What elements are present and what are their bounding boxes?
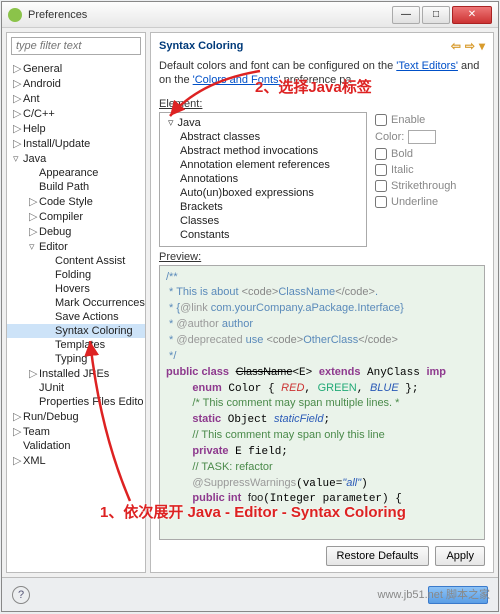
tree-item[interactable]: ▷Ant [7, 91, 145, 106]
tree-item[interactable]: ▷Android [7, 76, 145, 91]
strike-checkbox[interactable] [375, 180, 387, 192]
page-heading: Syntax Coloring ⇦ ⇨ ▾ [159, 39, 485, 53]
tree-item[interactable]: ▷Compiler [7, 209, 145, 224]
tree-item[interactable]: Folding [7, 268, 145, 282]
tree-item[interactable]: ▷Code Style [7, 194, 145, 209]
maximize-button[interactable]: □ [422, 6, 450, 24]
element-item[interactable]: Classes [162, 214, 364, 228]
tree-item[interactable]: ▷Run/Debug [7, 409, 145, 424]
element-item[interactable]: ▿Java [162, 115, 364, 130]
tree-item[interactable]: ▷General [7, 61, 145, 76]
tree-item[interactable]: ▷Debug [7, 224, 145, 239]
help-icon[interactable]: ? [12, 586, 30, 604]
element-list[interactable]: ▿JavaAbstract classesAbstract method inv… [159, 112, 367, 247]
watermark: www.jb51.net 脚本之家 [378, 586, 490, 602]
heading-text: Syntax Coloring [159, 40, 243, 52]
tree-item[interactable]: Save Actions [7, 310, 145, 324]
preview-label: Preview: [159, 251, 485, 263]
tree-item[interactable]: Content Assist [7, 254, 145, 268]
main-panel: Syntax Coloring ⇦ ⇨ ▾ Default colors and… [150, 32, 494, 573]
tree-item[interactable]: Properties Files Edito [7, 395, 145, 409]
tree-item[interactable]: Typing [7, 352, 145, 366]
element-item[interactable]: Brackets [162, 200, 364, 214]
element-label: Element: [159, 98, 485, 110]
restore-defaults-button[interactable]: Restore Defaults [326, 546, 430, 566]
bold-checkbox[interactable] [375, 148, 387, 160]
content-area: ▷General▷Android▷Ant▷C/C++▷Help▷Install/… [2, 28, 498, 577]
tree-item[interactable]: Syntax Coloring [7, 324, 145, 338]
app-icon [8, 8, 22, 22]
apply-button[interactable]: Apply [435, 546, 485, 566]
element-item[interactable]: Annotation element references [162, 158, 364, 172]
tree-item[interactable]: ▷Team [7, 424, 145, 439]
element-item[interactable]: Auto(un)boxed expressions [162, 186, 364, 200]
element-item[interactable]: Abstract classes [162, 130, 364, 144]
forward-arrow-icon[interactable]: ⇨ [465, 39, 475, 53]
tree-item[interactable]: Build Path [7, 180, 145, 194]
element-item[interactable]: Abstract method invocations [162, 144, 364, 158]
style-options: Enable Color: Bold Italic Strikethrough … [375, 112, 485, 247]
filter-input[interactable] [11, 37, 141, 55]
tree-item[interactable]: JUnit [7, 381, 145, 395]
minimize-button[interactable]: — [392, 6, 420, 24]
tree-item[interactable]: Templates [7, 338, 145, 352]
preferences-window: Preferences — □ ✕ ▷General▷Android▷Ant▷C… [1, 1, 499, 612]
tree-item[interactable]: Appearance [7, 166, 145, 180]
preview-box: /** * This is about <code>ClassName</cod… [159, 265, 485, 540]
tree-item[interactable]: Validation [7, 439, 145, 453]
color-swatch[interactable] [408, 130, 436, 144]
element-item[interactable]: Constants [162, 228, 364, 242]
titlebar[interactable]: Preferences — □ ✕ [2, 2, 498, 28]
sidebar: ▷General▷Android▷Ant▷C/C++▷Help▷Install/… [6, 32, 146, 573]
tree-item[interactable]: ▷Help [7, 121, 145, 136]
description-text: Default colors and font can be configure… [159, 59, 485, 88]
preferences-tree[interactable]: ▷General▷Android▷Ant▷C/C++▷Help▷Install/… [7, 59, 145, 572]
tree-item[interactable]: Hovers [7, 282, 145, 296]
tree-item[interactable]: ▿Editor [7, 239, 145, 254]
colors-fonts-link[interactable]: 'Colors and Fonts' [193, 74, 281, 86]
text-editors-link[interactable]: 'Text Editors' [396, 60, 458, 72]
tree-item[interactable]: ▷XML [7, 453, 145, 468]
tree-item[interactable]: ▷Install/Update [7, 136, 145, 151]
tree-item[interactable]: ▿Java [7, 151, 145, 166]
tree-item[interactable]: ▷C/C++ [7, 106, 145, 121]
close-button[interactable]: ✕ [452, 6, 492, 24]
tree-item[interactable]: ▷Installed JREs [7, 366, 145, 381]
menu-dropdown-icon[interactable]: ▾ [479, 39, 485, 53]
tree-item[interactable]: Mark Occurrences [7, 296, 145, 310]
back-arrow-icon[interactable]: ⇦ [451, 39, 461, 53]
enable-checkbox[interactable] [375, 114, 387, 126]
underline-checkbox[interactable] [375, 196, 387, 208]
element-item[interactable]: Annotations [162, 172, 364, 186]
window-title: Preferences [28, 9, 390, 21]
italic-checkbox[interactable] [375, 164, 387, 176]
